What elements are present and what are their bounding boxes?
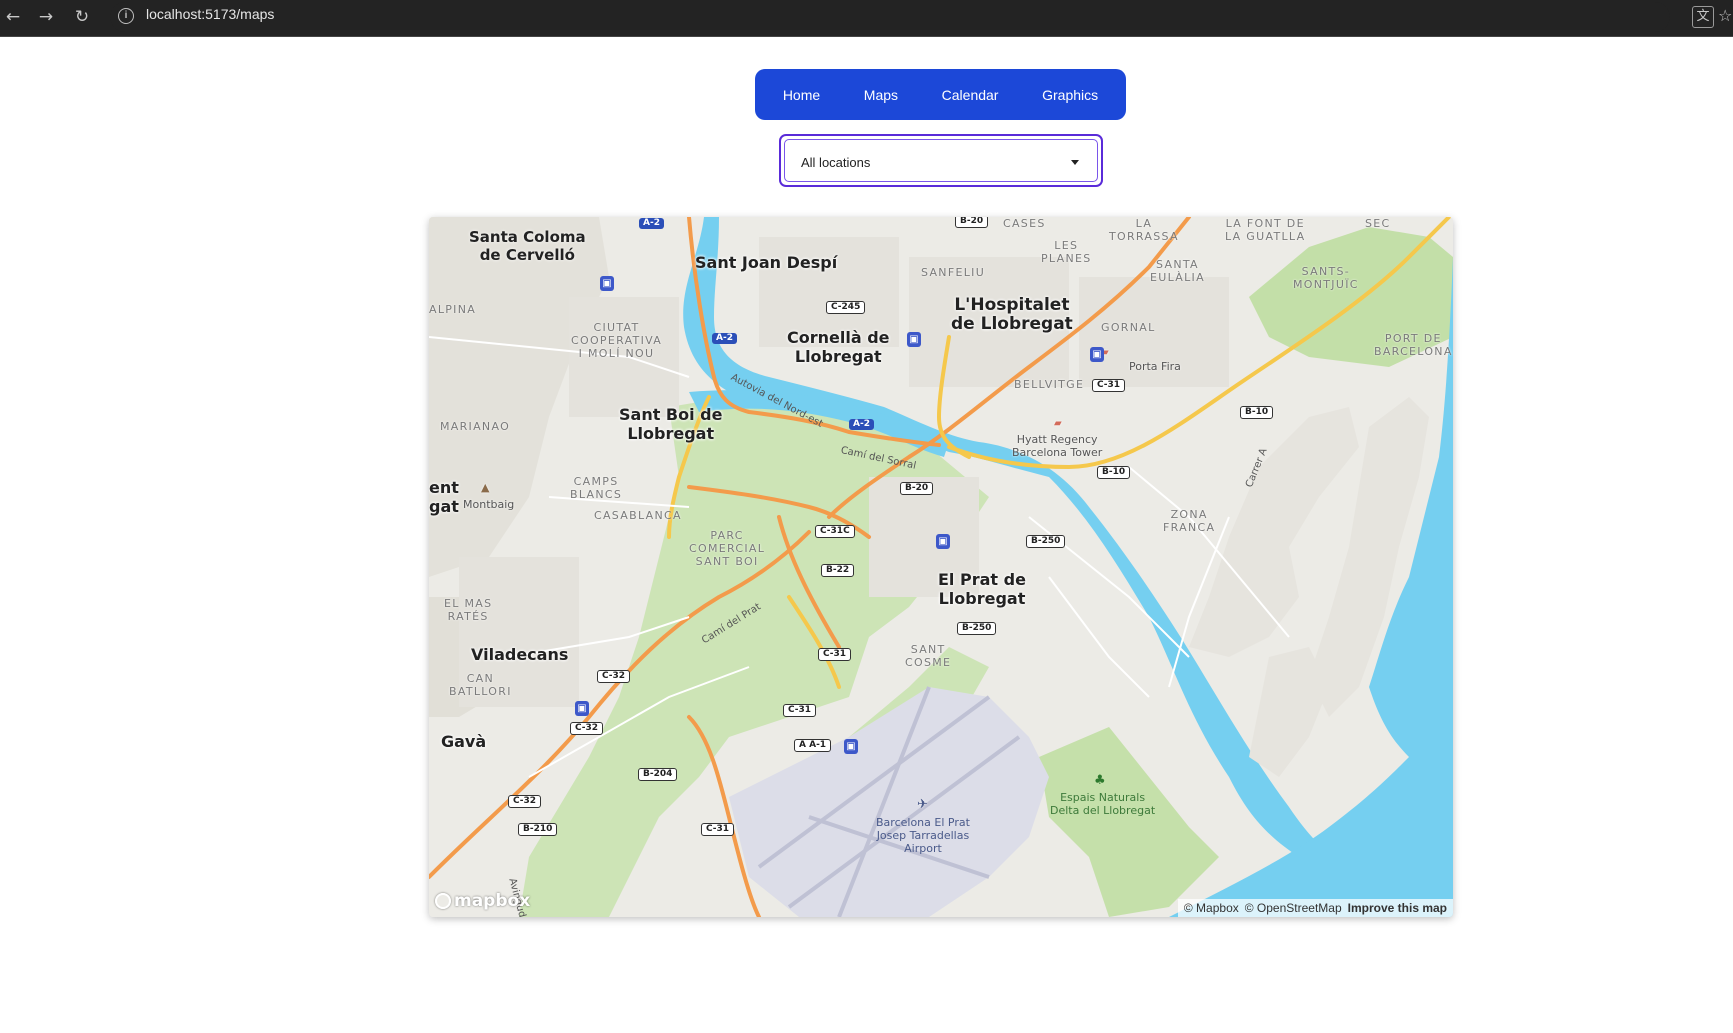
district-label-parc-comercial: PARC COMERCIAL SANT BOI: [689, 529, 766, 568]
district-label-casablanca: CASABLANCA: [594, 509, 682, 522]
train-station-icon[interactable]: ▣: [575, 701, 589, 716]
poi-label-montbaig: Montbaig: [463, 498, 515, 511]
nav-home[interactable]: Home: [775, 81, 828, 109]
district-label-can-batllori: CAN BATLLORI: [449, 672, 512, 698]
district-label-sants-montjuic: SANTS- MONTJUÏC: [1293, 265, 1359, 291]
road-shield: C-31C: [815, 525, 855, 538]
district-label-la-torrassa: LA TORRASSA: [1109, 217, 1179, 243]
district-label-sant-cosme: SANT COSME: [905, 643, 952, 669]
poi-label-hyatt: Hyatt Regency Barcelona Tower: [1012, 433, 1103, 459]
caret-down-icon: [1071, 160, 1079, 165]
road-shield: B-10: [1097, 466, 1131, 479]
road-shield: C-31: [818, 648, 852, 661]
road-shield: A-2: [849, 419, 874, 430]
road-shield: B-250: [1026, 535, 1066, 548]
district-label-sanfeliu: SANFELIU: [921, 266, 986, 279]
poi-label-airport: Barcelona El Prat Josep Tarradellas Airp…: [876, 816, 970, 855]
map-attribution: © Mapbox © OpenStreetMap Improve this ma…: [1177, 899, 1453, 917]
road-shield: A-2: [712, 333, 737, 344]
district-label-alpina: ALPINA: [429, 303, 477, 316]
district-label-ciutat-cooperativa: CIUTAT COOPERATIVA I MOLÍ NOU: [571, 321, 663, 360]
road-shield: C-31: [783, 704, 817, 717]
address-bar[interactable]: [110, 2, 1670, 32]
district-label-el-mas-rates: EL MAS RATÉS: [444, 597, 493, 623]
district-label-la-font: LA FONT DE LA GUATLLA: [1225, 217, 1306, 243]
train-station-icon[interactable]: ▣: [600, 276, 614, 291]
city-label-santa-coloma: Santa Coloma de Cervelló: [469, 228, 586, 264]
mapbox-logo[interactable]: mapbox: [435, 891, 530, 911]
road-shield: C-31: [701, 823, 735, 836]
attribution-mapbox-link[interactable]: © Mapbox: [1184, 901, 1239, 915]
road-shield: B-10: [1240, 406, 1274, 419]
map-canvas[interactable]: Santa Coloma de Cervelló Sant Joan Despí…: [429, 217, 1453, 917]
train-station-icon[interactable]: ▣: [936, 534, 950, 549]
district-label-bellvitge: BELLVITGE: [1014, 378, 1085, 391]
url-text[interactable]: localhost:5173/maps: [146, 6, 274, 22]
road-shield: B-204: [638, 768, 678, 781]
district-label-sec: SEC: [1365, 217, 1391, 230]
district-label-santa-eulalia: SANTA EULÀLIA: [1150, 258, 1205, 284]
road-shield: B-20: [955, 217, 989, 228]
city-label-hospitalet: L'Hospitalet de Llobregat: [951, 295, 1073, 334]
road-shield: B-22: [821, 564, 855, 577]
nav-graphics[interactable]: Graphics: [1034, 81, 1106, 109]
improve-map-link[interactable]: Improve this map: [1348, 901, 1447, 915]
district-label-marianao: MARIANAO: [440, 420, 511, 433]
road-shield: A-2: [639, 218, 664, 229]
poi-label-porta-fira: Porta Fira: [1129, 360, 1181, 373]
road-shield: C-32: [597, 670, 631, 683]
mapbox-logo-icon: [435, 893, 451, 909]
forward-arrow-icon[interactable]: →: [33, 4, 59, 30]
park-tree-icon: ♣: [1094, 773, 1106, 788]
city-label-sant-boi: Sant Boi de Llobregat: [619, 405, 723, 443]
road-shield: B-210: [518, 823, 558, 836]
attribution-osm-link[interactable]: © OpenStreetMap: [1245, 901, 1342, 915]
browser-toolbar: ← → ↻ i localhost:5173/maps 文 ☆: [0, 0, 1733, 37]
hotel-icon: ▰: [1054, 418, 1062, 429]
road-shield: C-31: [1092, 379, 1126, 392]
road-shield: B-20: [900, 482, 934, 495]
location-select[interactable]: All locations: [779, 134, 1103, 187]
city-label-gava: Gavà: [441, 732, 487, 751]
road-shield: C-32: [570, 722, 604, 735]
district-label-zona-franca: ZONA FRANCA: [1163, 508, 1216, 534]
road-shield: C-32: [508, 795, 542, 808]
district-label-les-planes: LES PLANES: [1041, 239, 1092, 265]
reload-icon[interactable]: ↻: [69, 4, 95, 30]
city-label-viladecans: Viladecans: [471, 645, 569, 664]
mountain-peak-icon: ▲: [481, 481, 490, 494]
city-label-el-prat: El Prat de Llobregat: [938, 570, 1026, 608]
location-select-value: All locations: [801, 155, 871, 170]
district-label-gornal: GORNAL: [1101, 321, 1156, 334]
site-info-icon[interactable]: i: [118, 8, 134, 24]
city-label-sant-joan-despi: Sant Joan Despí: [695, 253, 838, 272]
road-shield: A A-1: [794, 739, 832, 752]
road-shield: C-245: [826, 301, 866, 314]
translate-icon[interactable]: 文: [1692, 6, 1714, 28]
train-station-icon[interactable]: ▣: [1090, 347, 1104, 362]
district-label-port-barcelona: PORT DE BARCELONA: [1374, 332, 1453, 358]
road-shield: B-250: [957, 622, 997, 635]
nav-calendar[interactable]: Calendar: [934, 81, 1007, 109]
back-arrow-icon[interactable]: ←: [0, 4, 26, 30]
nav-maps[interactable]: Maps: [856, 81, 906, 109]
airport-icon: ✈: [917, 797, 928, 812]
city-label-left-edge: ent gat: [429, 478, 459, 516]
district-label-cases: CASES: [1003, 217, 1046, 230]
main-navigation: Home Maps Calendar Graphics: [755, 69, 1126, 120]
city-label-cornella: Cornellà de Llobregat: [787, 328, 890, 366]
poi-label-espais-naturals: Espais Naturals Delta del Llobregat: [1050, 791, 1156, 817]
train-station-icon[interactable]: ▣: [907, 332, 921, 347]
bookmark-star-icon[interactable]: ☆: [1718, 6, 1732, 25]
train-station-icon[interactable]: ▣: [844, 739, 858, 754]
district-label-camps-blancs: CAMPS BLANCS: [570, 475, 623, 501]
